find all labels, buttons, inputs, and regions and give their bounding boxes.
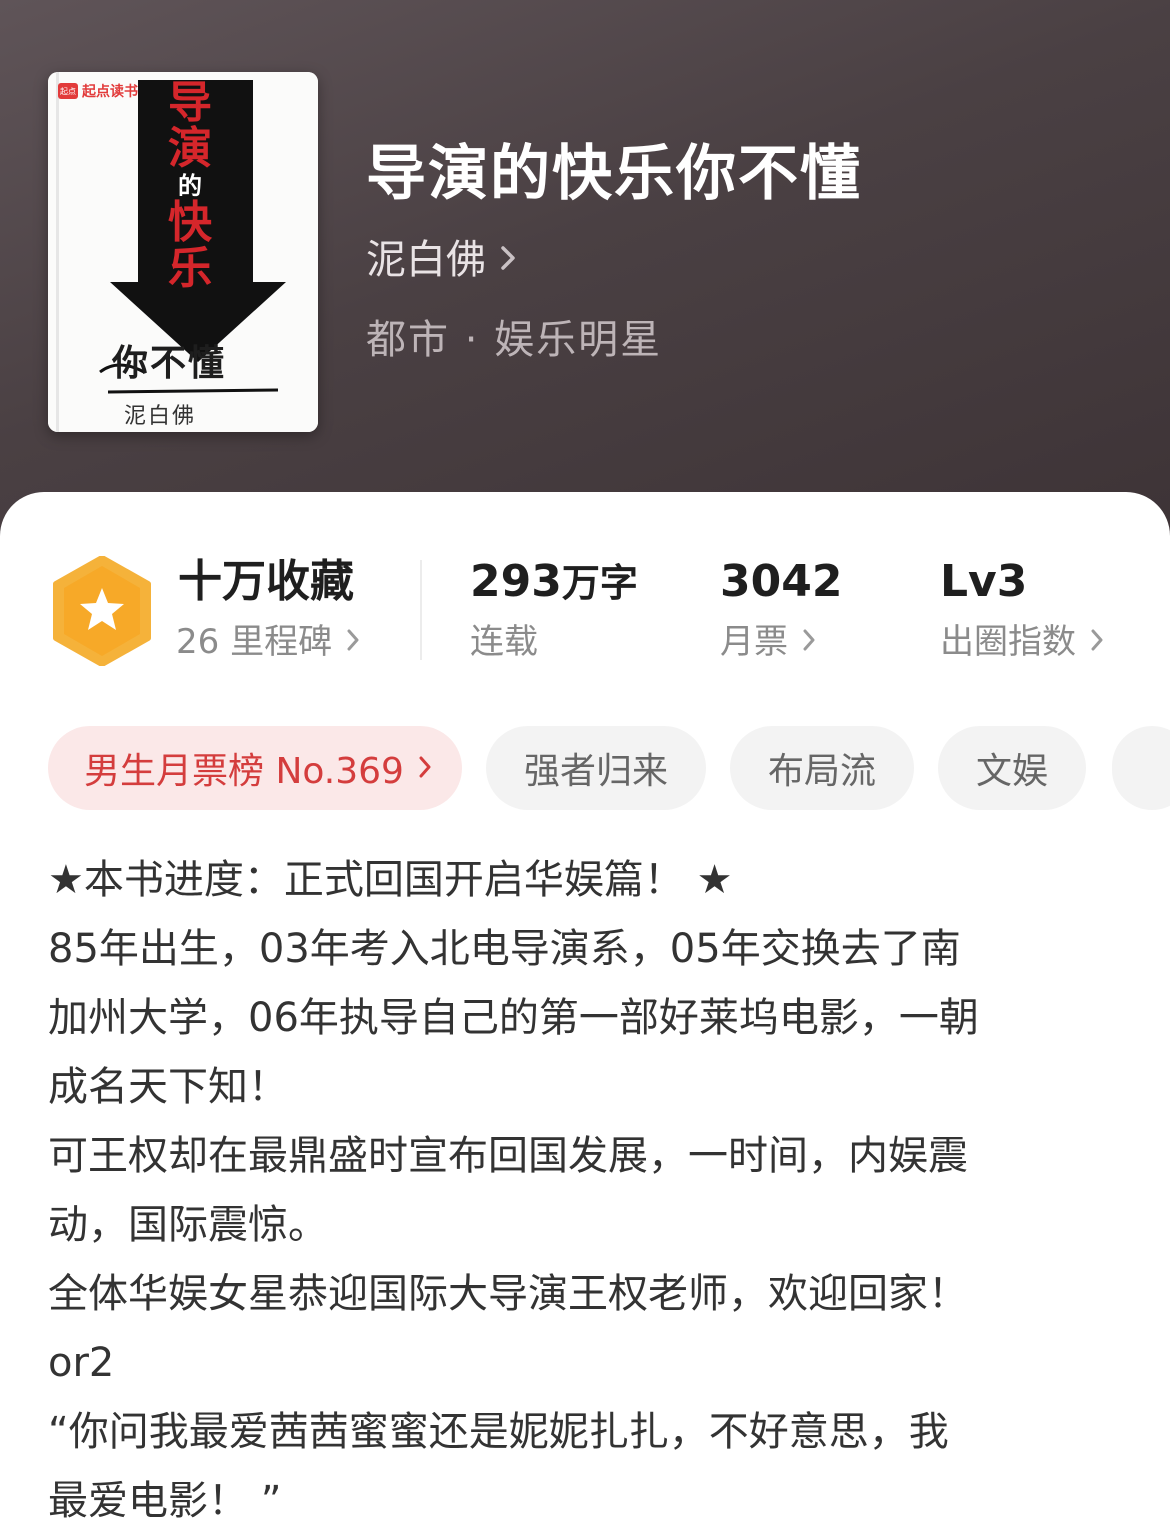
influence-index-link[interactable]: 出圈指数 (940, 620, 1104, 664)
word-count: 293万字 (470, 556, 638, 609)
cover-author: 泥白佛 (124, 404, 197, 429)
description-line: 加州大学，06年执导自己的第一部好莱坞电影，一朝 (48, 995, 979, 1041)
serial-status: 连载 (470, 622, 538, 662)
genre-tag[interactable]: 文娱 (937, 726, 1086, 810)
cover-title-char: 的 (178, 171, 202, 200)
chevron-right-icon (500, 244, 516, 276)
monthly-ticket-count: 3042 (720, 556, 843, 607)
author-name: 泥白佛 (366, 237, 486, 283)
word-count-unit: 万字 (561, 561, 638, 605)
description-line: 可王权却在最鼎盛时宣布回国发展，一时间，内娱震 (48, 1133, 968, 1179)
cover-title-char: 导 (168, 77, 212, 128)
brand-badge: 起点 (58, 83, 78, 99)
word-count-value: 293 (470, 556, 562, 607)
description-line: 最爱电影！ ” (48, 1478, 282, 1524)
cover-title-char: 演 (168, 123, 212, 174)
description-line: or2 (48, 1340, 115, 1386)
chevron-right-icon (802, 620, 816, 664)
monthly-ticket-label: 月票 (720, 622, 788, 662)
ranking-tag-label: 男生月票榜 No.369 (84, 751, 404, 792)
collection-count: 十万收藏 (178, 556, 354, 607)
ranking-tag[interactable]: 男生月票榜 No.369 (48, 726, 462, 810)
description-line: 85年出生，03年考入北电导演系，05年交换去了南 (48, 926, 961, 972)
description-line: 成名天下知！ (48, 1064, 288, 1110)
cover-title: 导 演 的 快 乐 (160, 80, 220, 292)
cover-brand-logo: 起点 起点读书 (58, 80, 138, 102)
influence-level: Lv3 (940, 556, 1028, 607)
chevron-right-icon (418, 748, 432, 789)
book-title: 导演的快乐你不懂 (366, 139, 862, 209)
cover-subtitle: 你不懂 (112, 342, 227, 384)
milestone-label: 26 里程碑 (176, 622, 333, 662)
description-line: 全体华娱女星恭迎国际大导演王权老师，欢迎回家！ (48, 1271, 968, 1317)
genre-tag[interactable]: 布局流 (729, 726, 914, 810)
star-badge-icon (52, 555, 152, 670)
chevron-right-icon (346, 620, 360, 664)
genre-tag[interactable]: 强者归来 (485, 726, 706, 810)
monthly-ticket-link[interactable]: 月票 (720, 620, 816, 664)
brand-name: 起点读书 (82, 84, 138, 100)
book-description[interactable]: ★本书进度：正式回国开启华娱篇！ ★ 85年出生，03年考入北电导演系，05年交… (48, 846, 1128, 1536)
cover-title-char: 快 (168, 197, 212, 248)
description-line: ★本书进度：正式回国开启华娱篇！ ★ (48, 857, 733, 903)
influence-index-label: 出圈指数 (940, 622, 1076, 662)
book-category: 都市 · 娱乐明星 (366, 317, 663, 363)
milestone-link[interactable]: 26 里程碑 (176, 620, 360, 664)
cover-title-char: 乐 (168, 243, 212, 294)
author-link[interactable]: 泥白佛 (366, 232, 516, 288)
description-line: “你问我最爱茜茜蜜蜜还是妮妮扎扎，不好意思，我 (48, 1409, 949, 1455)
stats-divider (420, 560, 422, 660)
description-line: 动，国际震惊。 (48, 1202, 328, 1248)
chevron-right-icon (1090, 620, 1104, 664)
tag-list: 男生月票榜 No.369 强者归来 布局流 文娱 (48, 726, 1086, 810)
